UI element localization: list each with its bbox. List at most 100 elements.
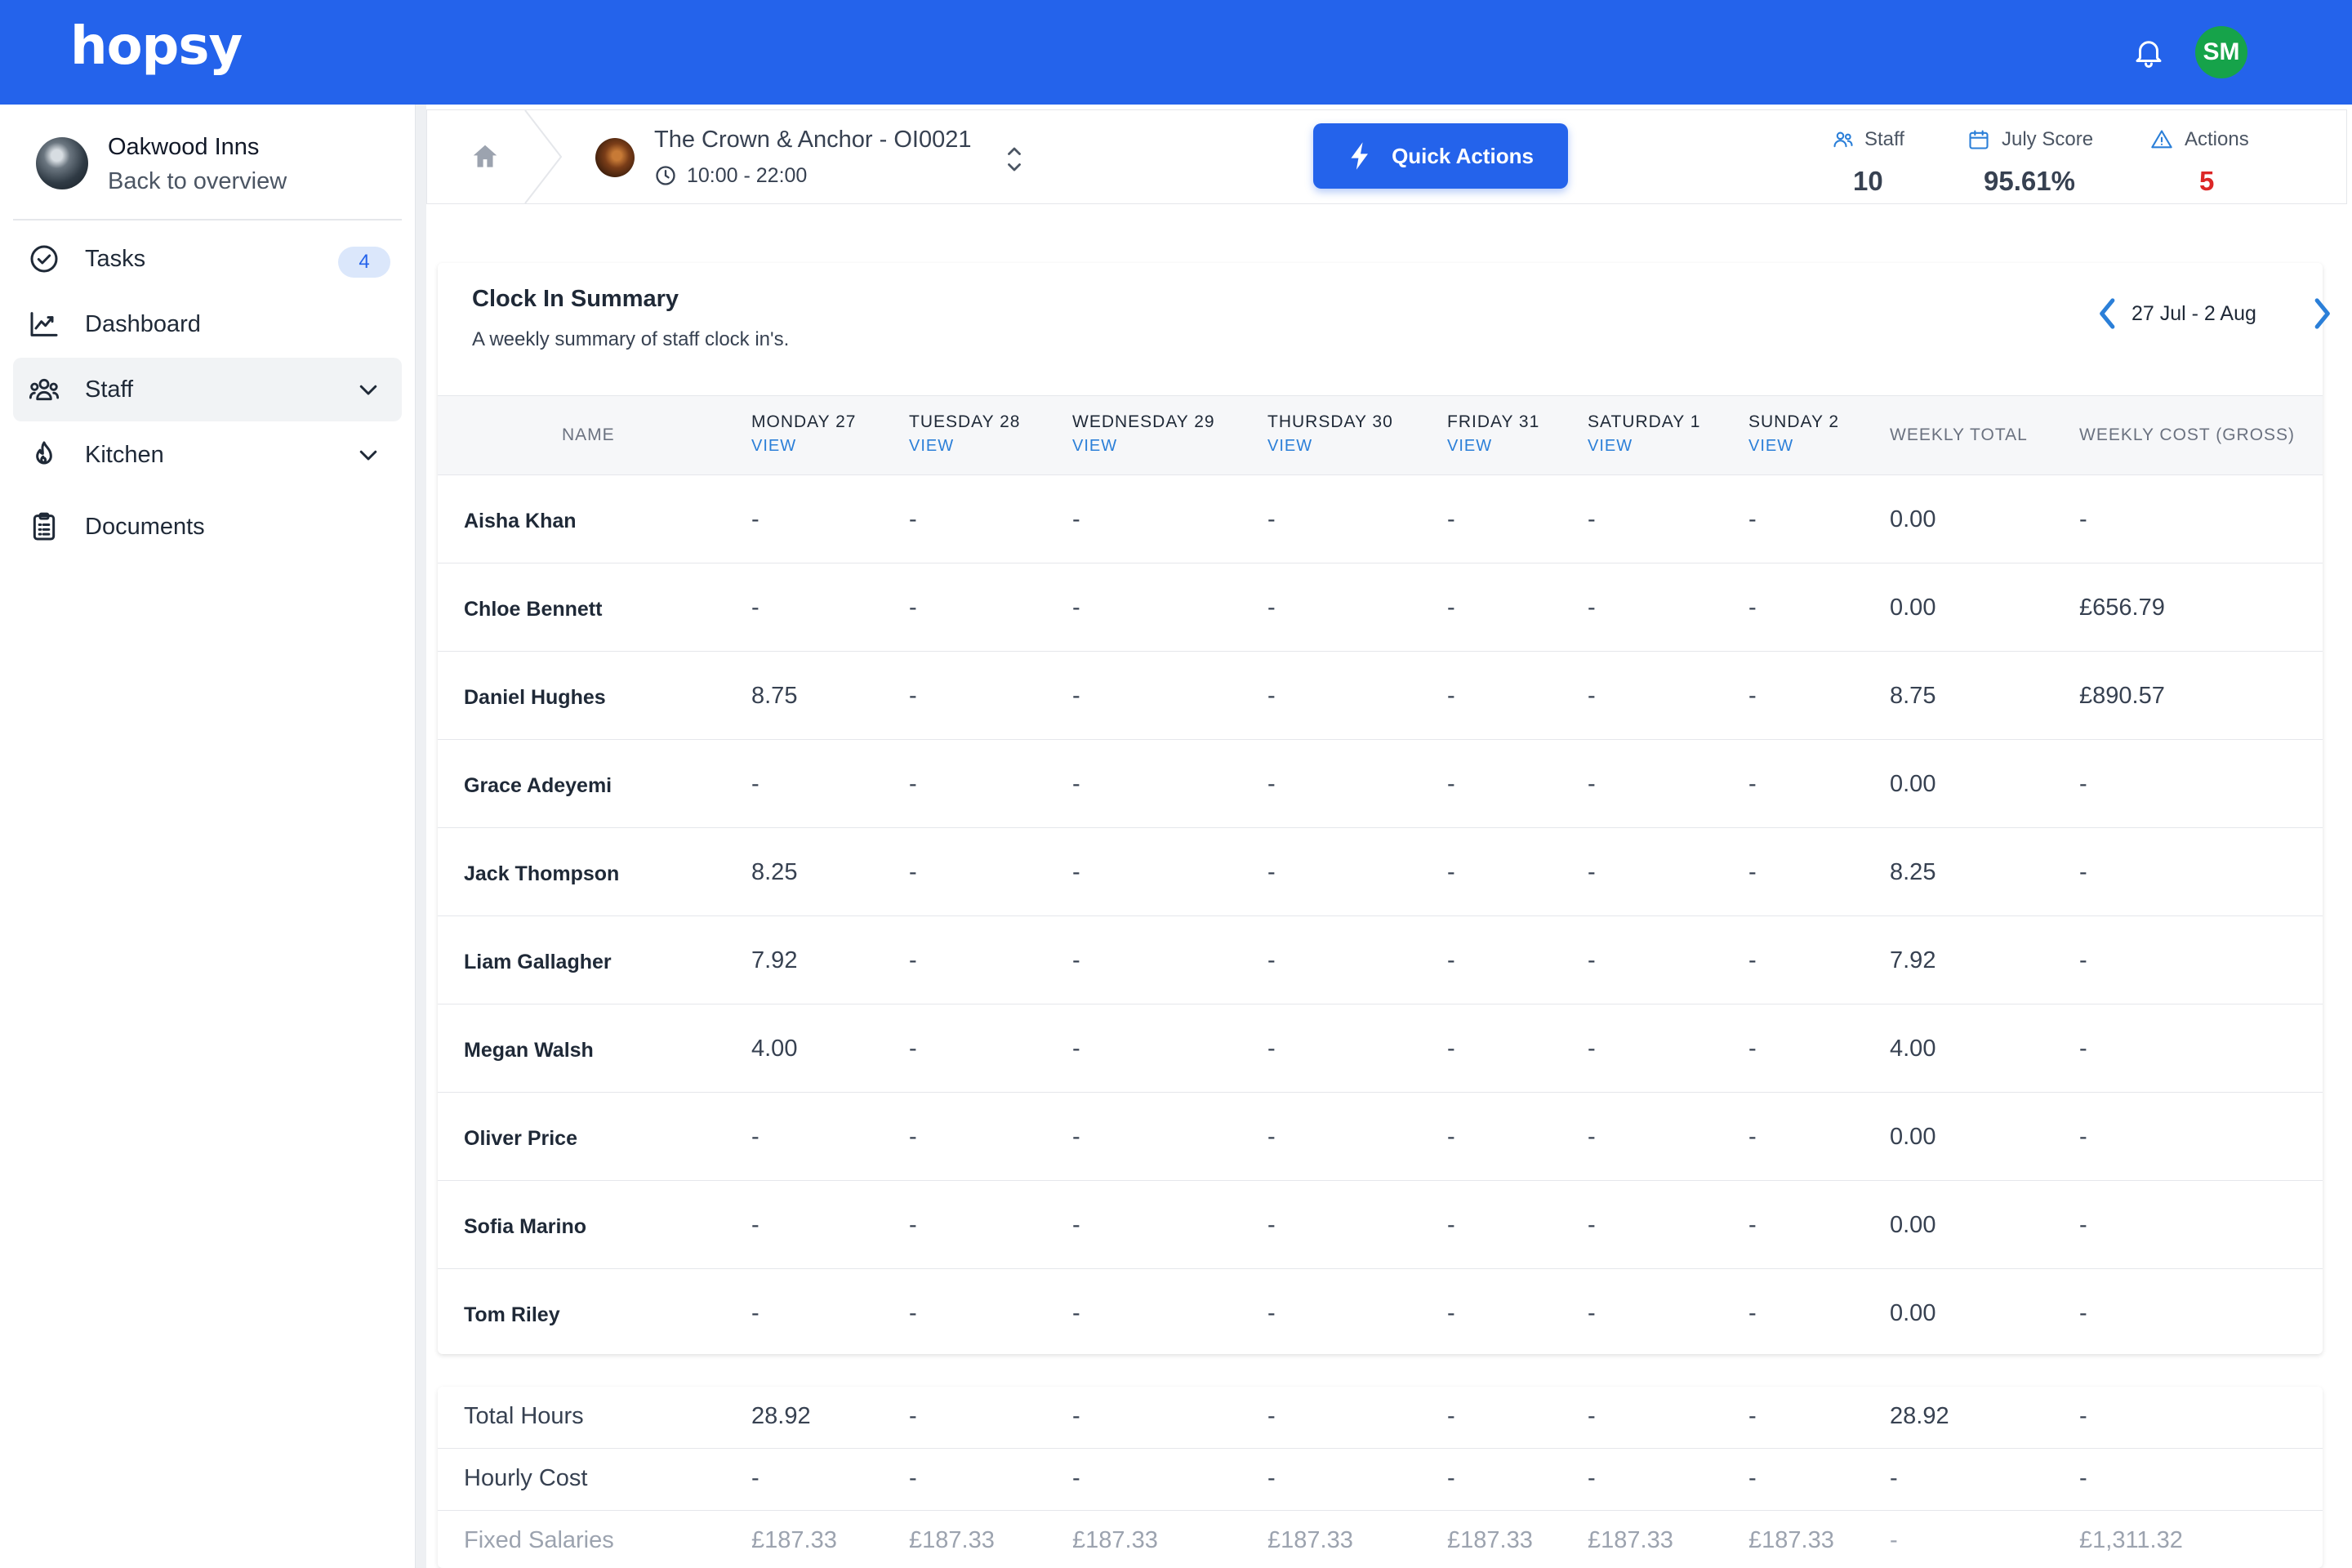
stat-july-score[interactable]: July Score 95.61%	[1967, 122, 2106, 196]
day-hours: -	[751, 1124, 760, 1150]
back-to-overview-link[interactable]: Back to overview	[108, 168, 287, 195]
day-hours: -	[1447, 1124, 1455, 1150]
column-header-name: NAME	[562, 425, 615, 444]
chevron-right-icon[interactable]	[2310, 296, 2334, 332]
calendar-icon	[1969, 130, 1989, 149]
table-row[interactable]: Grace Adeyemi - - - - - - - 0.00 -	[438, 740, 2323, 828]
table-row[interactable]: Tom Riley - - - - - - - 0.00 -	[438, 1269, 2323, 1357]
app-logo[interactable]: hopsy	[70, 16, 243, 77]
stat-staff[interactable]: Staff 10	[1832, 122, 1922, 196]
table-row[interactable]: Oliver Price - - - - - - - 0.00 -	[438, 1093, 2323, 1181]
table-row[interactable]: Sofia Marino - - - - - - - 0.00 -	[438, 1181, 2323, 1269]
table-row[interactable]: Megan Walsh 4.00 - - - - - - 4.00 -	[438, 1004, 2323, 1093]
weekly-total: 0.00	[1890, 506, 1936, 532]
day-hours: -	[1072, 1212, 1080, 1238]
tasks-count-badge: 4	[338, 247, 390, 278]
day-hours: -	[1072, 947, 1080, 973]
day-hours: -	[1267, 859, 1276, 885]
sidebar-item-tasks[interactable]: Tasks 4	[13, 227, 402, 291]
day-hours: -	[751, 506, 760, 532]
table-row[interactable]: Jack Thompson 8.25 - - - - - - 8.25 -	[438, 828, 2323, 916]
sidebar-item-label: Documents	[85, 513, 205, 540]
home-icon[interactable]	[470, 141, 501, 172]
view-day-link[interactable]: VIEW	[909, 437, 954, 456]
day-hours: -	[1072, 1124, 1080, 1150]
day-hours: 8.25	[751, 859, 798, 885]
summary-day-value: £187.33	[1072, 1527, 1158, 1553]
sidebar-item-staff[interactable]: Staff	[13, 358, 402, 421]
day-hours: -	[1748, 1300, 1757, 1326]
day-hours: -	[1447, 947, 1455, 973]
day-hours: -	[1748, 1124, 1757, 1150]
day-hours: -	[1447, 859, 1455, 885]
view-day-link[interactable]: VIEW	[1748, 437, 1793, 456]
staff-name: Grace Adeyemi	[464, 774, 612, 797]
day-hours: -	[1267, 595, 1276, 621]
summary-day-value: -	[1447, 1403, 1455, 1429]
day-hours: -	[1072, 683, 1080, 709]
day-hours: -	[1748, 595, 1757, 621]
table-row[interactable]: Chloe Bennett - - - - - - - 0.00 £656.79	[438, 564, 2323, 652]
chevron-down-icon[interactable]	[356, 443, 381, 467]
breadcrumb-separator	[524, 110, 563, 203]
day-hours: -	[1748, 859, 1757, 885]
day-hours: -	[751, 595, 760, 621]
table-row[interactable]: Aisha Khan - - - - - - - 0.00 -	[438, 475, 2323, 564]
summary-day-value: -	[1072, 1403, 1080, 1429]
weekly-cost: -	[2079, 859, 2087, 885]
day-hours: -	[1588, 859, 1596, 885]
view-day-link[interactable]: VIEW	[1588, 437, 1633, 456]
weekly-cost: -	[2079, 947, 2087, 973]
view-day-link[interactable]: VIEW	[751, 437, 796, 456]
chevron-up-down-icon[interactable]	[1004, 143, 1025, 176]
weekly-total: 0.00	[1890, 1212, 1936, 1238]
day-hours: -	[1588, 1036, 1596, 1062]
chevron-left-icon[interactable]	[2096, 296, 2120, 332]
staff-name: Liam Gallagher	[464, 951, 612, 973]
summary-day-value: £187.33	[1447, 1527, 1533, 1553]
table-row[interactable]: Daniel Hughes 8.75 - - - - - - 8.75 £890.57	[438, 652, 2323, 740]
day-hours: -	[1072, 1036, 1080, 1062]
chevron-down-icon[interactable]	[356, 377, 381, 402]
org-name: Oakwood Inns	[108, 134, 260, 160]
sidebar-item-dashboard[interactable]: Dashboard	[13, 292, 402, 356]
stat-label: July Score	[2002, 128, 2094, 150]
totals-summary: Total Hours 28.92 - - - - - - 28.92 - Hourly Cost -…	[438, 1387, 2323, 1568]
bell-icon[interactable]	[2132, 34, 2166, 70]
day-hours: -	[909, 683, 917, 709]
day-hours: -	[1267, 947, 1276, 973]
weekly-total: 4.00	[1890, 1036, 1936, 1062]
view-day-link[interactable]: VIEW	[1072, 437, 1117, 456]
stat-actions[interactable]: Actions 5	[2150, 122, 2265, 196]
table-row[interactable]: Liam Gallagher 7.92 - - - - - - 7.92 -	[438, 916, 2323, 1004]
column-header-weekly-cost: WEEKLY COST (GROSS)	[2079, 425, 2296, 444]
sidebar-item-documents[interactable]: Documents	[13, 495, 402, 559]
clock-icon	[656, 166, 675, 185]
sidebar-item-kitchen[interactable]: Kitchen	[13, 423, 402, 487]
staff-name: Tom Riley	[464, 1303, 560, 1326]
user-avatar[interactable]: SM	[2195, 26, 2247, 78]
day-hours: -	[909, 859, 917, 885]
quick-actions-button[interactable]: Quick Actions	[1313, 123, 1568, 189]
org-switcher[interactable]: Oakwood Inns Back to overview	[0, 105, 415, 219]
sidebar-item-label: Kitchen	[85, 441, 164, 468]
column-header-day: MONDAY 27	[751, 412, 857, 431]
staff-name: Oliver Price	[464, 1127, 577, 1150]
staff-name: Megan Walsh	[464, 1039, 594, 1062]
view-day-link[interactable]: VIEW	[1267, 437, 1312, 456]
weekly-total: 8.25	[1890, 859, 1936, 885]
summary-day-value: -	[751, 1465, 760, 1491]
view-day-link[interactable]: VIEW	[1447, 437, 1492, 456]
summary-cost: -	[2079, 1403, 2087, 1429]
weekly-cost: £656.79	[2079, 595, 2165, 621]
lightning-icon	[1351, 142, 1369, 170]
column-header-weekly-total: WEEKLY TOTAL	[1890, 425, 2028, 444]
location-name[interactable]: The Crown & Anchor - OI0021	[654, 127, 971, 154]
day-hours: -	[751, 1212, 760, 1238]
day-hours: -	[1588, 947, 1596, 973]
stat-value: 5	[2199, 166, 2215, 196]
chart-line-icon	[30, 312, 58, 336]
summary-day-value: £187.33	[909, 1527, 995, 1553]
weekly-cost: -	[2079, 506, 2087, 532]
summary-label: Fixed Salaries	[464, 1527, 614, 1553]
